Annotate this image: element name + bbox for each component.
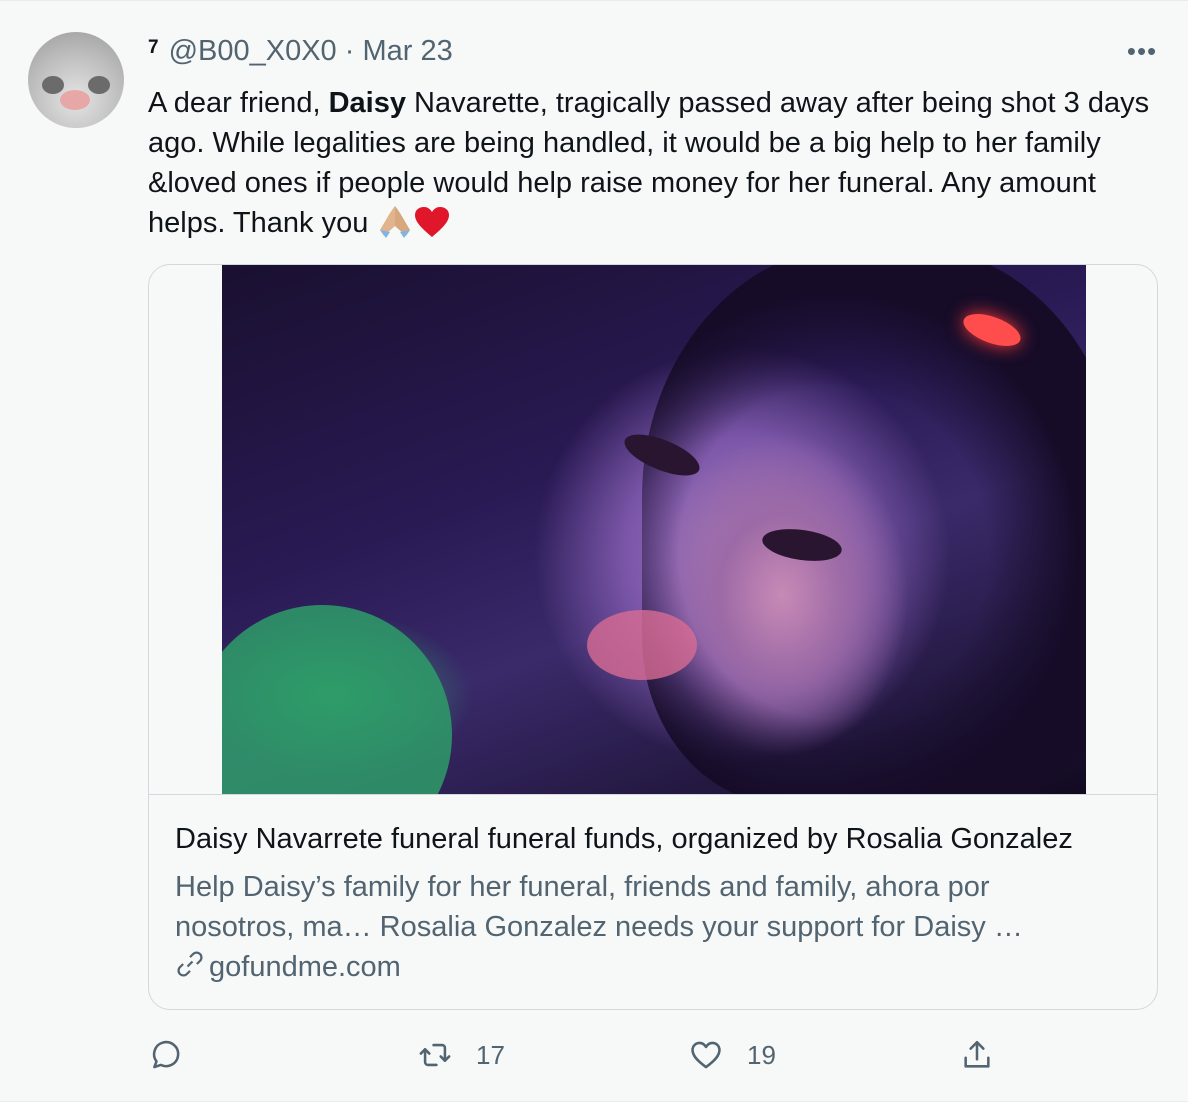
tweet-text: A dear friend, Daisy Navarette, tragical… bbox=[148, 83, 1158, 249]
card-description: Help Daisy’s family for her funeral, fri… bbox=[175, 871, 1023, 943]
photo-hair bbox=[642, 265, 1086, 794]
user-handle[interactable]: @B00_X0X0 bbox=[169, 35, 337, 67]
like-button[interactable]: 19 bbox=[689, 1038, 776, 1072]
card-title: Daisy Navarrete funeral funeral funds, o… bbox=[175, 823, 1073, 855]
card-domain: gofundme.com bbox=[175, 949, 401, 984]
share-button[interactable] bbox=[960, 1038, 994, 1072]
action-bar: 17 19 bbox=[0, 1038, 1188, 1078]
link-preview-card[interactable]: Daisy Navarrete funeral funeral funds, o… bbox=[148, 264, 1158, 1010]
separator: · bbox=[344, 35, 355, 67]
card-photo[interactable] bbox=[222, 265, 1086, 794]
pray-emoji-icon bbox=[376, 204, 414, 249]
retweet-button[interactable]: 17 bbox=[418, 1038, 505, 1072]
photo-lips bbox=[587, 610, 697, 680]
share-icon bbox=[964, 1040, 990, 1068]
card-domain-text: gofundme.com bbox=[209, 951, 401, 983]
avatar-ear bbox=[88, 76, 110, 94]
tweet-text-bold: Daisy bbox=[328, 87, 406, 119]
tweet-text-start: A dear friend, bbox=[148, 87, 329, 119]
heart-emoji-icon bbox=[414, 206, 450, 249]
like-count: 19 bbox=[747, 1039, 776, 1070]
avatar-snout bbox=[60, 90, 90, 110]
link-icon bbox=[177, 951, 203, 977]
card-divider bbox=[149, 794, 1157, 795]
heart-icon bbox=[691, 1041, 721, 1069]
reply-button[interactable] bbox=[148, 1038, 182, 1072]
rank-badge: 7 bbox=[148, 37, 159, 58]
tweet-date[interactable]: Mar 23 bbox=[362, 35, 452, 67]
more-horizontal-icon[interactable]: ••• bbox=[1124, 38, 1160, 64]
tweet[interactable]: 7 @B00_X0X0 · Mar 23 ••• A dear friend, D… bbox=[0, 0, 1188, 1102]
retweet-count: 17 bbox=[476, 1039, 505, 1070]
avatar[interactable] bbox=[28, 32, 124, 128]
retweet-icon bbox=[419, 1043, 451, 1067]
tweet-header: 7 @B00_X0X0 · Mar 23 bbox=[148, 35, 453, 68]
reply-icon bbox=[152, 1040, 180, 1069]
avatar-ear bbox=[42, 76, 64, 94]
photo-shirt bbox=[222, 605, 452, 794]
